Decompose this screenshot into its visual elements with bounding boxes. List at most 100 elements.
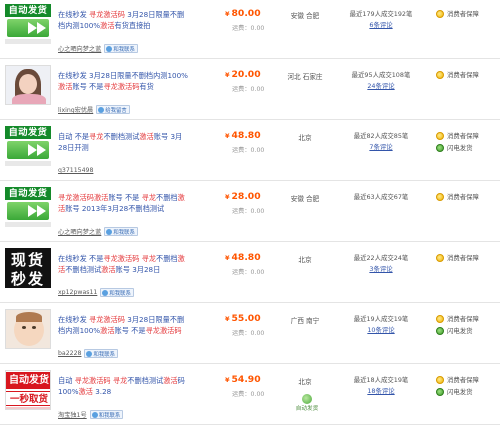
currency-symbol: ¥ bbox=[225, 254, 230, 262]
service-badge[interactable]: 闪电发货 bbox=[436, 143, 473, 152]
service-badge[interactable]: 消费者保障 bbox=[436, 131, 479, 140]
photo-face bbox=[19, 74, 37, 94]
seller-location: 安徽 合肥 bbox=[290, 12, 320, 20]
protection-icon bbox=[436, 70, 444, 79]
listing-row: 自动发货 寻龙激活码激活账号 不是 寻龙不删档激活账号 2013年3月28不删档测… bbox=[0, 183, 500, 242]
currency-symbol: ¥ bbox=[225, 71, 230, 79]
product-title-link[interactable]: 自动 不是寻龙不删档测试激活账号 3月28日开测 bbox=[58, 131, 188, 153]
seller-name-link[interactable]: 淘宝独1号 bbox=[58, 410, 87, 419]
contact-seller-button[interactable]: 和我联系 bbox=[84, 349, 119, 358]
title-text: 账号 2013年3月28不删档测试 bbox=[65, 204, 165, 213]
product-thumbnail[interactable]: 自动发货 bbox=[5, 126, 51, 166]
contact-seller-button[interactable]: 给我留言 bbox=[96, 105, 130, 114]
title-text: 在线秒发 3月28日限量不删档内测100% bbox=[58, 71, 188, 80]
product-thumbnail[interactable]: 自动发货 一秒取货 bbox=[5, 370, 51, 410]
seller-location: 北京 bbox=[298, 378, 312, 386]
reviews-link[interactable]: 18条评论 bbox=[347, 386, 415, 395]
seller-name-link[interactable]: lixing宏优晨 bbox=[58, 105, 93, 114]
aliwangwang-icon bbox=[106, 228, 113, 235]
contact-seller-button[interactable]: 和我联系 bbox=[89, 410, 124, 419]
currency-symbol: ¥ bbox=[225, 315, 230, 323]
listing-row: 在线秒发 寻龙激活码 3月28日限量不删档内测100%激活账号 不是寻龙激活码 b… bbox=[0, 305, 500, 364]
aliwangwang-icon bbox=[86, 350, 93, 357]
product-thumbnail[interactable]: 自动发货 bbox=[5, 187, 51, 227]
sales-count: 最近95人成交108笔 bbox=[351, 71, 411, 79]
reviews-link[interactable]: 10条评论 bbox=[347, 325, 415, 334]
product-title-link[interactable]: 在线秒发 寻龙激活码 3月28日限量不删档内测100%激活有货直接拍 bbox=[58, 9, 188, 31]
auto-ship-icon bbox=[302, 394, 312, 404]
service-badge[interactable]: 消费者保障 bbox=[436, 192, 479, 201]
auto-ship-badge: 自动发货 bbox=[294, 394, 320, 412]
play-icon bbox=[37, 22, 46, 34]
title-text: 不删档测试 bbox=[127, 376, 164, 385]
thumbnail-text-line: 自动发货 bbox=[6, 372, 50, 389]
title-keyword-highlight: 激活 bbox=[163, 376, 178, 385]
thumbnail-footer bbox=[5, 161, 51, 166]
title-keyword-highlight: 寻龙激活码 bbox=[74, 376, 111, 385]
seller-info: 淘宝独1号 和我联系 bbox=[58, 409, 124, 420]
reviews-link[interactable]: 24条评论 bbox=[347, 81, 415, 90]
contact-seller-button[interactable]: 和我联系 bbox=[100, 288, 134, 297]
reviews-link[interactable]: 3条评论 bbox=[347, 264, 415, 273]
title-text: 账号 3月28日 bbox=[115, 265, 161, 274]
title-text: 在线秒发 bbox=[58, 10, 90, 19]
thumbnail-footer bbox=[5, 39, 51, 44]
seller-name-link[interactable]: xp12pwas11 bbox=[58, 289, 97, 296]
service-badge[interactable]: 闪电发货 bbox=[436, 387, 473, 396]
product-title-link[interactable]: 在线秒发 寻龙激活码 3月28日限量不删档内测100%激活账号 不是寻龙激活码 bbox=[58, 314, 188, 336]
title-keyword-highlight: 寻龙 bbox=[89, 132, 104, 141]
price-value: 20.00 bbox=[231, 69, 261, 80]
service-badge[interactable]: 消费者保障 bbox=[436, 9, 479, 18]
title-keyword-highlight: 寻龙激活码 bbox=[103, 254, 140, 263]
product-title-link[interactable]: 在线秒发 不是寻龙激活码 寻龙不删档激活不删档测试激活账号 3月28日 bbox=[58, 253, 188, 275]
seller-location: 安徽 合肥 bbox=[290, 195, 320, 203]
contact-seller-button[interactable]: 和我联系 bbox=[104, 44, 138, 53]
product-title-link[interactable]: 寻龙激活码激活账号 不是 寻龙不删档激活账号 2013年3月28不删档测试 bbox=[58, 192, 188, 214]
seller-name-link[interactable]: 心之晒向梦之蓝 bbox=[58, 44, 101, 53]
seller-name-link[interactable]: 心之晒向梦之蓝 bbox=[58, 227, 101, 236]
service-badge[interactable]: 消费者保障 bbox=[436, 314, 479, 323]
seller-name-link[interactable]: ba2228 bbox=[58, 350, 81, 357]
seller-info: lixing宏优晨 给我留言 bbox=[58, 104, 130, 115]
product-title-link[interactable]: 在线秒发 3月28日限量不删档内测100% 激活账号 不是寻龙激活码有货 bbox=[58, 70, 188, 92]
thumbnail-text-line: 现货 bbox=[10, 251, 45, 269]
reviews-link[interactable]: 6条评论 bbox=[347, 20, 415, 29]
listing-row: 现货 秒发 在线秒发 不是寻龙激活码 寻龙不删档激活不删档测试激活账号 3月28日 x… bbox=[0, 244, 500, 303]
seller-name-link[interactable]: q37115498 bbox=[58, 167, 93, 174]
contact-label: 和我联系 bbox=[113, 229, 135, 236]
service-badge[interactable]: 闪电发货 bbox=[436, 326, 473, 335]
title-text: 账号 不是 bbox=[108, 193, 142, 202]
service-label: 消费者保障 bbox=[447, 376, 479, 384]
price: ¥54.90 bbox=[225, 374, 285, 385]
product-thumbnail[interactable] bbox=[5, 65, 51, 105]
seller-info: 心之晒向梦之蓝 和我联系 bbox=[58, 226, 138, 237]
service-badge[interactable]: 消费者保障 bbox=[436, 70, 479, 79]
shipping-fee: 运费：0.00 bbox=[232, 208, 265, 215]
title-text: 不删档测试 bbox=[65, 265, 102, 274]
title-keyword-highlight: 激活 bbox=[100, 326, 115, 335]
seller-info: q37115498 bbox=[58, 165, 93, 176]
sales-count: 最近63人成交67笔 bbox=[353, 193, 409, 201]
title-text: 有货直接拍 bbox=[114, 21, 151, 30]
price: ¥20.00 bbox=[225, 69, 285, 80]
thumbnail-footer bbox=[5, 222, 51, 227]
shipping-fee: 运费：0.00 bbox=[232, 25, 265, 32]
contact-label: 和我联系 bbox=[98, 412, 121, 419]
product-title-link[interactable]: 自动 寻龙激活码 寻龙不删档测试激活码 100%激活 3.28 bbox=[58, 375, 188, 397]
seller-location: 北京 bbox=[298, 256, 312, 264]
service-label: 消费者保障 bbox=[447, 193, 479, 201]
contact-seller-button[interactable]: 和我联系 bbox=[104, 227, 138, 236]
reviews-link[interactable]: 7条评论 bbox=[347, 142, 415, 151]
lightning-icon bbox=[436, 387, 444, 396]
price-value: 48.80 bbox=[231, 130, 261, 141]
service-badge[interactable]: 消费者保障 bbox=[436, 375, 479, 384]
play-badge bbox=[7, 19, 49, 37]
shipping-fee: 运费：0.00 bbox=[232, 330, 265, 337]
service-badge[interactable]: 消费者保障 bbox=[436, 253, 479, 262]
product-thumbnail[interactable]: 现货 秒发 bbox=[5, 248, 51, 288]
product-thumbnail[interactable] bbox=[5, 309, 51, 349]
product-thumbnail[interactable]: 自动发货 bbox=[5, 4, 51, 44]
title-keyword-highlight: 激活 bbox=[78, 387, 93, 396]
title-keyword-highlight: 寻龙 bbox=[139, 254, 157, 263]
seller-location: 广西 南宁 bbox=[290, 317, 320, 325]
